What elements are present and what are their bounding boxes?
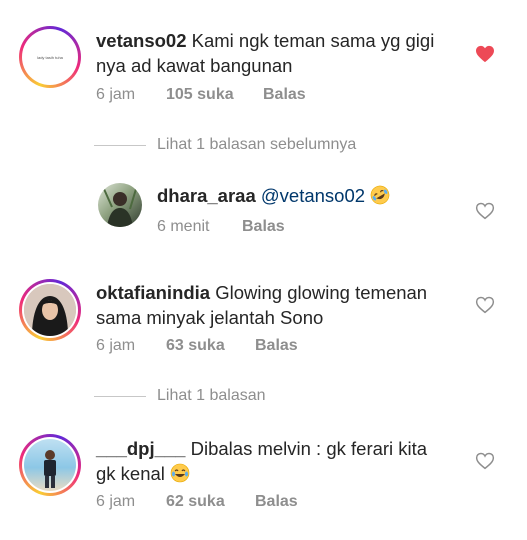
heart-outline-icon[interactable] [475, 296, 495, 314]
comment-username[interactable]: ___dpj___ [96, 438, 185, 459]
comment-body-line-1: Glowing glowing temenan [215, 282, 428, 303]
comment-username[interactable]: dhara_araa [157, 185, 256, 206]
comment-likes[interactable]: 105 suka [166, 86, 234, 104]
comment-text: oktafianindia Glowing glowing temenan sa… [96, 280, 476, 330]
comment-text: vetanso02 Kami ngk teman sama yg gigi ny… [96, 28, 476, 78]
reply-button[interactable]: Balas [255, 493, 298, 511]
comment-text: ___dpj___ Dibalas melvin : gk ferari kit… [96, 436, 476, 486]
comment-body-line-2: sama minyak jelantah Sono [96, 307, 324, 328]
reply-button[interactable]: Balas [255, 337, 298, 355]
heart-outline-icon[interactable] [475, 202, 495, 220]
comment-body-line-2: nya ad kawat bangunan [96, 55, 293, 76]
view-replies-label: Lihat 1 balasan [157, 387, 266, 404]
reply-button[interactable]: Balas [242, 218, 285, 236]
comment-mention[interactable]: @vetanso02 [261, 185, 365, 206]
comment-username[interactable]: vetanso02 [96, 30, 187, 51]
reply-button[interactable]: Balas [263, 86, 306, 104]
heart-outline-icon[interactable] [475, 452, 495, 470]
comment-username[interactable]: oktafianindia [96, 282, 210, 303]
comment-time: 6 jam [96, 86, 136, 103]
avatar-figure-icon [103, 188, 137, 227]
comment-likes[interactable]: 63 suka [166, 337, 225, 355]
comment-time: 6 jam [96, 493, 136, 510]
view-replies-toggle[interactable]: Lihat 1 balasan sebelumnya [94, 135, 394, 155]
avatar-caption: lady tasih tuha [37, 54, 63, 60]
view-replies-label: Lihat 1 balasan sebelumnya [157, 136, 357, 153]
avatar-figure-icon [44, 450, 56, 488]
comment-likes[interactable]: 62 suka [166, 493, 225, 511]
avatar-portrait-icon [24, 284, 76, 336]
avatar[interactable] [19, 279, 81, 341]
tears-of-joy-emoji-icon [170, 463, 190, 483]
divider-line [94, 396, 146, 397]
divider-line [94, 145, 146, 146]
comment-body-line-1: Dibalas melvin : gk ferari kita [190, 438, 428, 459]
rolling-laughing-emoji-icon [370, 185, 390, 205]
comment-time: 6 menit [157, 218, 210, 235]
avatar[interactable] [19, 434, 81, 496]
comment-time: 6 jam [96, 337, 136, 354]
heart-filled-icon[interactable] [475, 45, 495, 63]
avatar[interactable] [98, 183, 142, 227]
avatar[interactable]: lady tasih tuha [19, 26, 81, 88]
comment-body-line-2: gk kenal [96, 463, 165, 484]
comment-text: dhara_araa @vetanso02 [157, 183, 457, 208]
view-replies-toggle[interactable]: Lihat 1 balasan [94, 386, 394, 406]
comment-body-line-1: Kami ngk teman sama yg gigi [191, 30, 435, 51]
